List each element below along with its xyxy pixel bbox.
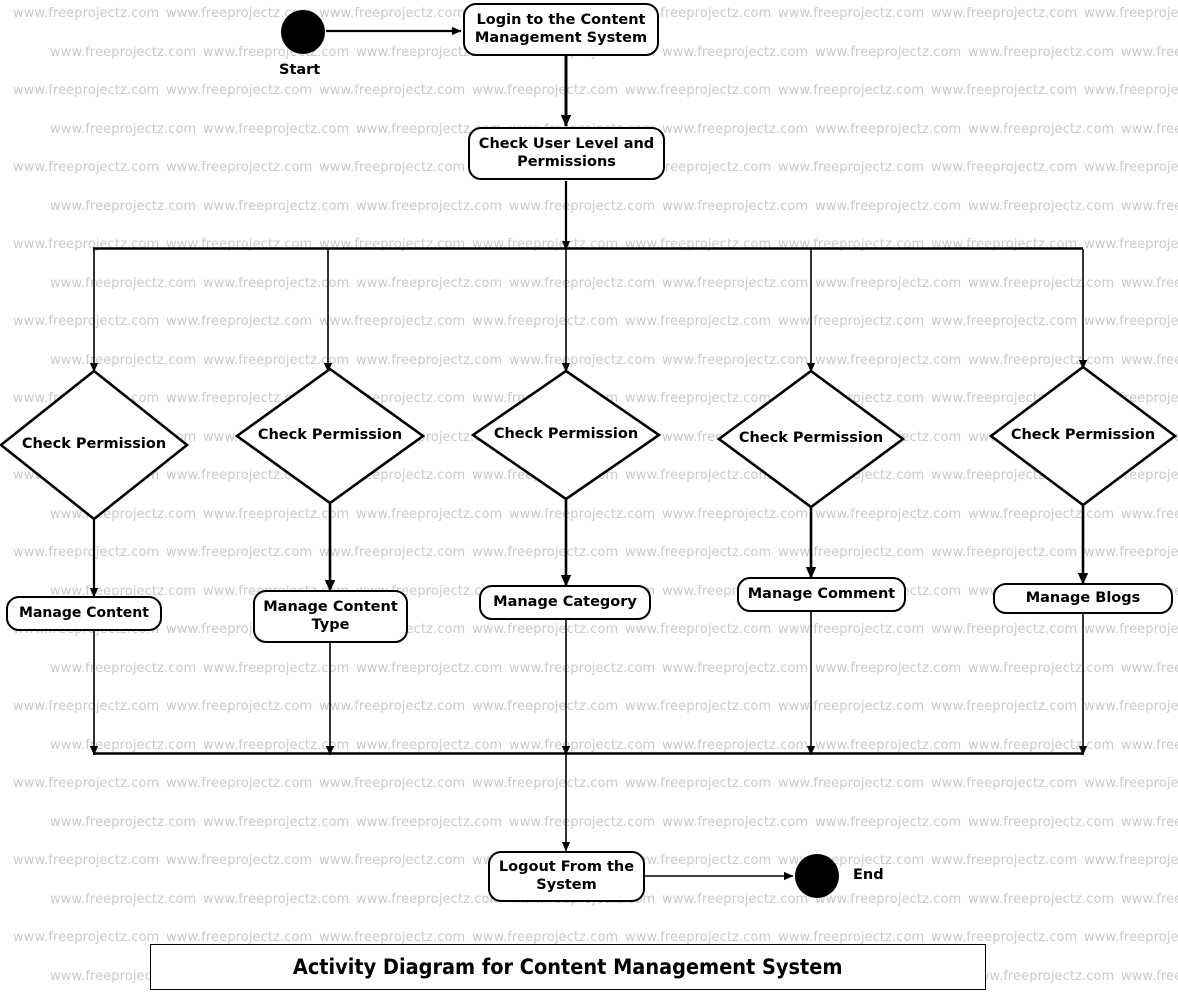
- activity-manage-content-type[interactable]: Manage Content Type: [253, 590, 408, 643]
- start-node[interactable]: [281, 10, 325, 54]
- diagram-title: Activity Diagram for Content Management …: [293, 955, 843, 979]
- activity-manage-content[interactable]: Manage Content: [6, 596, 162, 631]
- activity-logout[interactable]: Logout From the System: [488, 851, 645, 902]
- activity-manage-comment[interactable]: Manage Comment: [737, 577, 906, 612]
- diagram-title-bar: Activity Diagram for Content Management …: [150, 944, 986, 990]
- decision-check-permission-1[interactable]: Check Permission: [0, 369, 190, 521]
- decision-check-permission-4[interactable]: Check Permission: [716, 369, 906, 509]
- end-node[interactable]: [795, 854, 839, 898]
- activity-login[interactable]: Login to the Content Management System: [463, 3, 659, 56]
- decision-check-permission-5[interactable]: Check Permission: [988, 365, 1178, 507]
- decision-check-permission-3[interactable]: Check Permission: [470, 369, 662, 501]
- activity-check-user-level[interactable]: Check User Level and Permissions: [468, 127, 665, 180]
- decision-check-permission-2[interactable]: Check Permission: [234, 367, 426, 505]
- activity-manage-blogs[interactable]: Manage Blogs: [993, 583, 1173, 614]
- end-label: End: [853, 867, 884, 883]
- activity-diagram-canvas: www.freeprojectz.com www.freeprojectz.com…: [0, 0, 1178, 994]
- start-label: Start: [279, 62, 321, 78]
- activity-manage-category[interactable]: Manage Category: [479, 585, 651, 620]
